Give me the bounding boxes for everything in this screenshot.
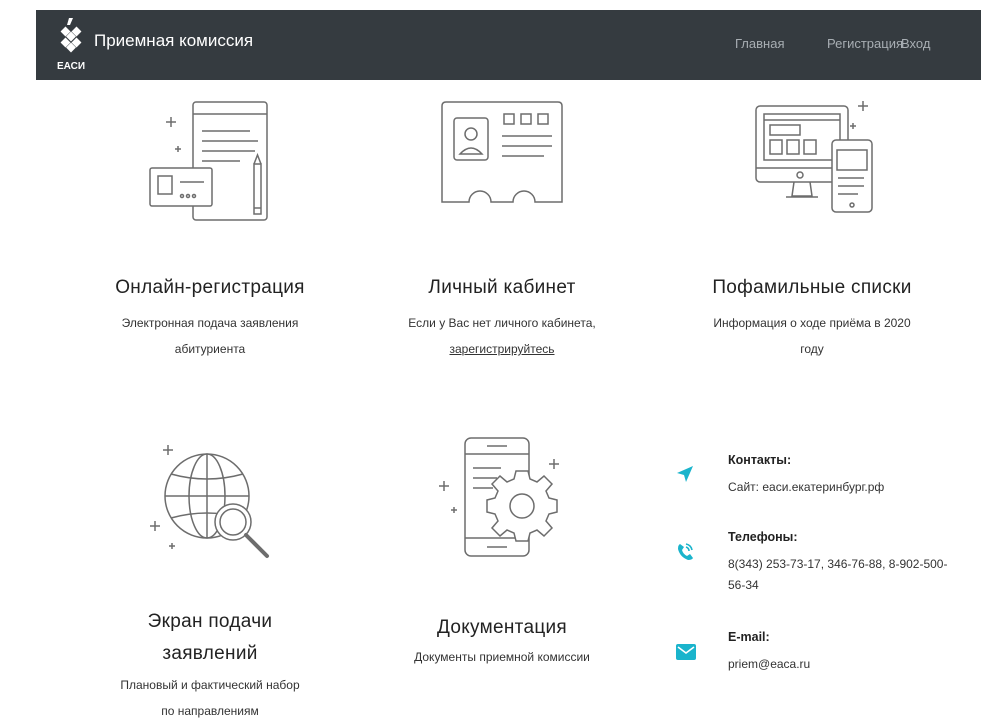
card-documentation[interactable]: Документация Документы приемной комиссии	[382, 434, 622, 670]
card-description: Документы приемной комиссии	[414, 650, 590, 664]
online-registration-icon	[149, 101, 268, 221]
contact-email-text[interactable]: priem@eaca.ru	[728, 654, 958, 675]
card-title: Онлайн-регистрация	[115, 277, 305, 298]
brand-title[interactable]: Приемная комиссия	[94, 31, 253, 51]
personal-cabinet-icon	[441, 101, 563, 203]
phone-icon	[678, 543, 693, 560]
surname-lists-icon	[755, 101, 873, 213]
logo-icon[interactable]: ЕАСИ	[56, 16, 86, 74]
register-link[interactable]: зарегистрируйтесь	[449, 342, 554, 356]
card-surname-lists[interactable]: Пофамильные списки Информация о ходе при…	[692, 98, 932, 362]
card-applications-screen[interactable]: Экран подачи заявлений Плановый и фактич…	[90, 434, 330, 724]
logo-text: ЕАСИ	[57, 61, 85, 72]
documentation-gear-icon	[439, 437, 559, 557]
globe-search-icon	[150, 445, 269, 558]
card-description: Плановый и фактический набор по направле…	[120, 678, 300, 718]
card-description-text: Если у Вас нет личного кабинета,	[408, 316, 596, 330]
card-title: Документация	[436, 617, 568, 638]
card-title: Экран подачи заявлений	[147, 611, 273, 664]
contact-title: E-mail:	[728, 630, 770, 644]
card-description: Информация о ходе приёма в 2020 году	[713, 316, 911, 356]
nav-link-registration[interactable]: Регистрация	[827, 36, 903, 51]
location-arrow-icon	[677, 466, 693, 482]
contact-phones: Телефоны: 8(343) 253-73-17, 346-76-88, 8…	[676, 530, 966, 610]
contact-phones-text[interactable]: 8(343) 253-73-17, 346-76-88, 8-902-500-5…	[728, 554, 958, 596]
contact-site-text[interactable]: Сайт: еаси.екатеринбург.рф	[728, 477, 958, 498]
nav-link-home[interactable]: Главная	[735, 36, 784, 51]
card-description: Если у Вас нет личного кабинета, зарегис…	[382, 310, 622, 362]
navbar: ЕАСИ Приемная комиссия Главная Регистрац…	[36, 10, 981, 80]
contact-email: E-mail: priem@eaca.ru	[676, 630, 966, 690]
contact-site: Контакты: Сайт: еаси.екатеринбург.рф	[676, 453, 966, 513]
card-online-registration[interactable]: Онлайн-регистрация Электронная подача за…	[90, 98, 330, 362]
contact-title: Телефоны:	[728, 530, 798, 544]
card-title: Личный кабинет	[428, 277, 576, 298]
top-cropped-strip	[0, 0, 981, 10]
card-description: Электронная подача заявления абитуриента	[121, 316, 299, 356]
card-title: Пофамильные списки	[712, 277, 912, 298]
card-personal-cabinet[interactable]: Личный кабинет Если у Вас нет личного ка…	[382, 98, 622, 362]
envelope-icon	[676, 644, 696, 660]
contact-title: Контакты:	[728, 453, 792, 467]
nav-link-login[interactable]: Вход	[901, 36, 930, 51]
